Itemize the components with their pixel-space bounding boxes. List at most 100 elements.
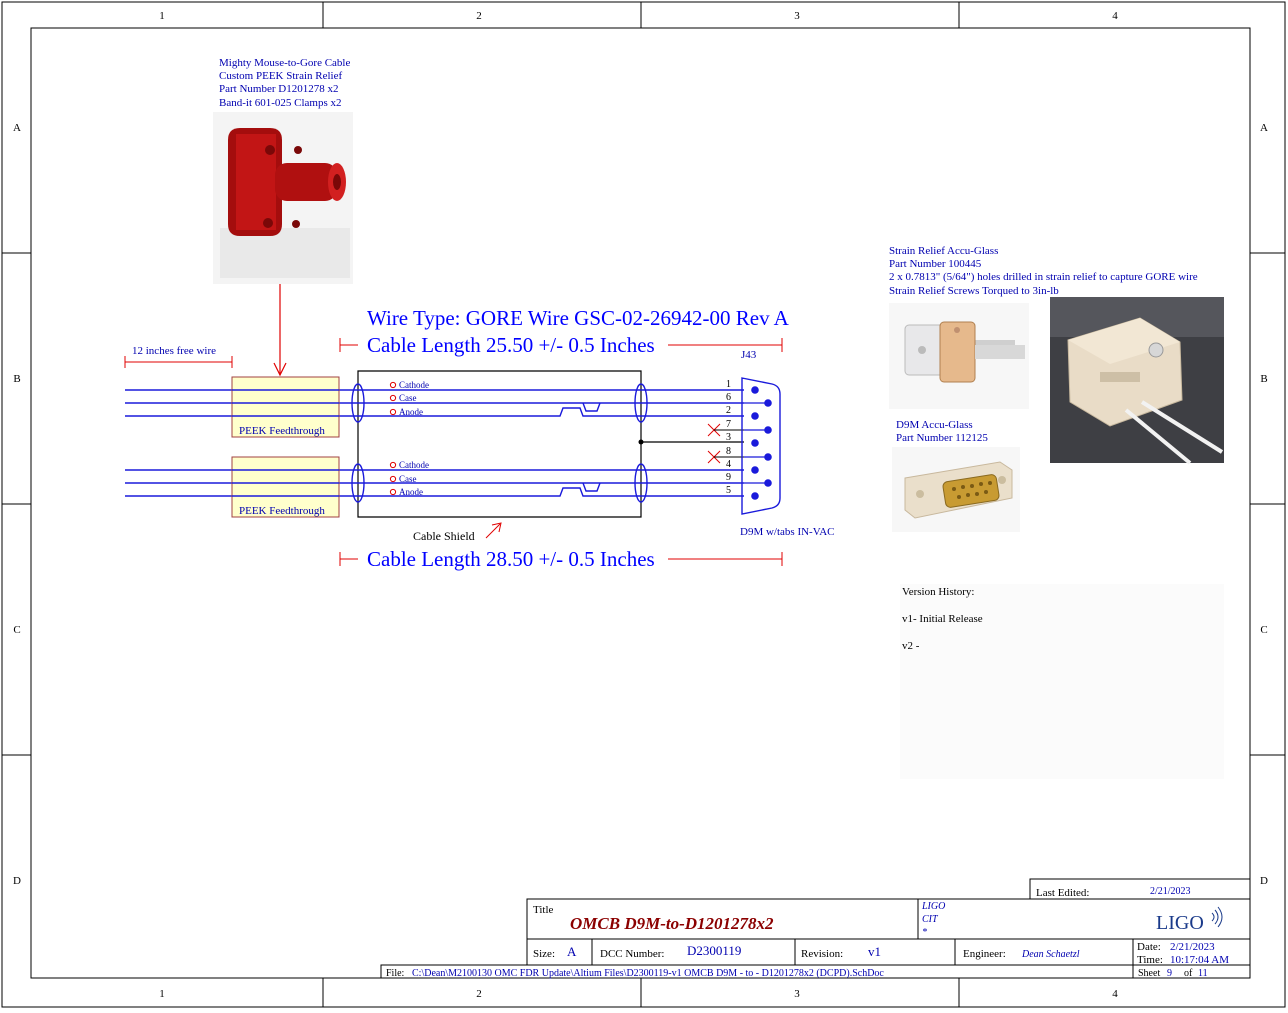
engineer-value: Dean Schaetzl (1021, 949, 1080, 960)
wire-label-anode-1: Anode (399, 407, 423, 417)
last-edited-label: Last Edited: (1036, 887, 1089, 899)
org-line-3: * (922, 927, 927, 938)
cable-shield-arrow (485, 522, 502, 539)
col-label-top-3: 3 (794, 10, 800, 22)
strain-relief-photo-small (889, 303, 1029, 409)
drawing-title: OMCB D9M-to-D1201278x2 (570, 914, 774, 933)
d9-pin-numbers: 1 6 2 7 3 8 4 9 5 (726, 379, 731, 496)
wire-label-cathode-1: Cathode (399, 380, 429, 390)
connector-name: D9M w/tabs IN-VAC (740, 526, 835, 538)
pin-number-6: 6 (726, 392, 731, 403)
wire-label-case-2: Case (399, 474, 417, 484)
d9m-photo (892, 447, 1020, 532)
row-label-right-a: A (1260, 122, 1268, 134)
pin-number-7: 7 (726, 419, 731, 430)
revision-value: v1 (868, 944, 881, 959)
wire-label-cathode-2: Cathode (399, 460, 429, 470)
pin-number-3: 3 (726, 432, 731, 443)
strain-relief-line-4: Band-it 601-025 Clamps x2 (219, 97, 342, 109)
cable-length-bottom: Cable Length 28.50 +/- 0.5 Inches (367, 547, 655, 571)
title-label: Title (533, 904, 554, 916)
title-block (380, 878, 1251, 979)
time-label: Time: (1137, 954, 1163, 966)
feedthrough-1-label: PEEK Feedthrough (239, 425, 325, 437)
d9-connector-shell (741, 377, 781, 515)
sheet-label: Sheet (1138, 968, 1160, 979)
col-label-bottom-4: 4 (1112, 988, 1118, 1000)
version-history-title: Version History: (902, 586, 974, 598)
dcc-label: DCC Number: (600, 948, 664, 960)
connector-ref: J43 (741, 349, 757, 361)
size-value: A (567, 944, 577, 959)
accu-glass-line-2: Part Number 100445 (889, 258, 982, 270)
revision-label: Revision: (801, 948, 843, 960)
strain-relief-note: Mighty Mouse-to-Gore Cable Custom PEEK S… (219, 57, 350, 109)
accu-glass-note: Strain Relief Accu-Glass Part Number 100… (889, 245, 1198, 297)
strain-relief-line-3: Part Number D1201278 x2 (219, 83, 338, 95)
version-history-entry-2: v2 - (902, 640, 920, 652)
pin-number-8: 8 (726, 446, 731, 457)
sheet-value: 9 (1167, 968, 1172, 979)
sheet-total: 11 (1198, 968, 1208, 979)
pin-number-9: 9 (726, 472, 731, 483)
file-label: File: (386, 968, 404, 979)
strain-relief-line-2: Custom PEEK Strain Relief (219, 70, 342, 82)
wire-labels-1: Cathode Case Anode (389, 380, 429, 417)
row-label-left-c: C (13, 624, 20, 636)
cable-bundle-ellipses (351, 383, 648, 503)
row-label-right-d: D (1260, 875, 1268, 887)
col-label-top-2: 2 (476, 10, 482, 22)
version-history-entry-1: v1- Initial Release (902, 613, 983, 625)
org-line-1: LIGO (921, 901, 945, 912)
shield-junction-dot (638, 439, 644, 445)
wire-type-title: Wire Type: GORE Wire GSC-02-26942-00 Rev… (367, 306, 790, 330)
column-dividers (2, 2, 1285, 1007)
wire-labels-2: Cathode Case Anode (389, 460, 429, 497)
strain-relief-photo-large (1050, 297, 1224, 465)
feedthrough-2: PEEK Feedthrough (231, 456, 340, 518)
col-label-bottom-1: 1 (159, 988, 165, 1000)
time-value: 10:17:04 AM (1170, 954, 1229, 966)
cable-shield-label: Cable Shield (413, 529, 475, 543)
d9m-line-2: Part Number 112125 (896, 432, 988, 444)
row-label-left-d: D (13, 875, 21, 887)
col-label-bottom-3: 3 (794, 988, 800, 1000)
d9m-note: D9M Accu-Glass Part Number 112125 (896, 419, 988, 444)
row-label-right-b: B (1260, 373, 1267, 385)
ligo-logo: LIGO (1156, 912, 1204, 934)
free-wire-label: 12 inches free wire (132, 345, 216, 357)
pin-number-2: 2 (726, 405, 731, 416)
pin-number-4: 4 (726, 459, 731, 470)
col-label-top-4: 4 (1112, 10, 1118, 22)
accu-glass-line-1: Strain Relief Accu-Glass (889, 245, 998, 257)
accu-glass-line-4: Strain Relief Screws Torqued to 3in-lb (889, 285, 1059, 297)
ligo-logo-icon (1211, 906, 1223, 928)
outer-frame (1, 1, 1286, 1008)
col-label-bottom-2: 2 (476, 988, 482, 1000)
date-label: Date: (1137, 941, 1161, 953)
schematic-sheet: 1 2 3 4 1 2 3 4 A B C D A B C D Mighty M… (1, 1, 1286, 1008)
feedthrough-1: PEEK Feedthrough (231, 376, 340, 438)
row-label-left-b: B (13, 373, 20, 385)
engineer-label: Engineer: (963, 948, 1006, 960)
sheet-of-label: of (1184, 968, 1193, 979)
wire-group-2 (125, 469, 744, 497)
date-value: 2/21/2023 (1170, 941, 1215, 953)
pin-number-1: 1 (726, 379, 731, 390)
file-path: C:\Dean\M2100130 OMC FDR Update\Altium F… (412, 968, 884, 979)
size-label: Size: (533, 948, 555, 960)
wire-label-anode-2: Anode (399, 487, 423, 497)
free-wire-dimension (124, 356, 233, 368)
d9m-line-1: D9M Accu-Glass (896, 419, 973, 431)
wire-label-case-1: Case (399, 393, 417, 403)
org-line-2: CIT (922, 914, 939, 925)
dcc-value: D2300119 (687, 943, 741, 958)
pin-number-5: 5 (726, 485, 731, 496)
peek-strain-relief-image (213, 112, 353, 284)
feedthrough-2-label: PEEK Feedthrough (239, 505, 325, 517)
row-label-left-a: A (13, 122, 21, 134)
wire-group-1 (125, 389, 744, 417)
accu-glass-line-3: 2 x 0.7813" (5/64") holes drilled in str… (889, 271, 1198, 283)
strain-relief-arrow (273, 284, 287, 377)
cable-length-top: Cable Length 25.50 +/- 0.5 Inches (367, 333, 655, 357)
